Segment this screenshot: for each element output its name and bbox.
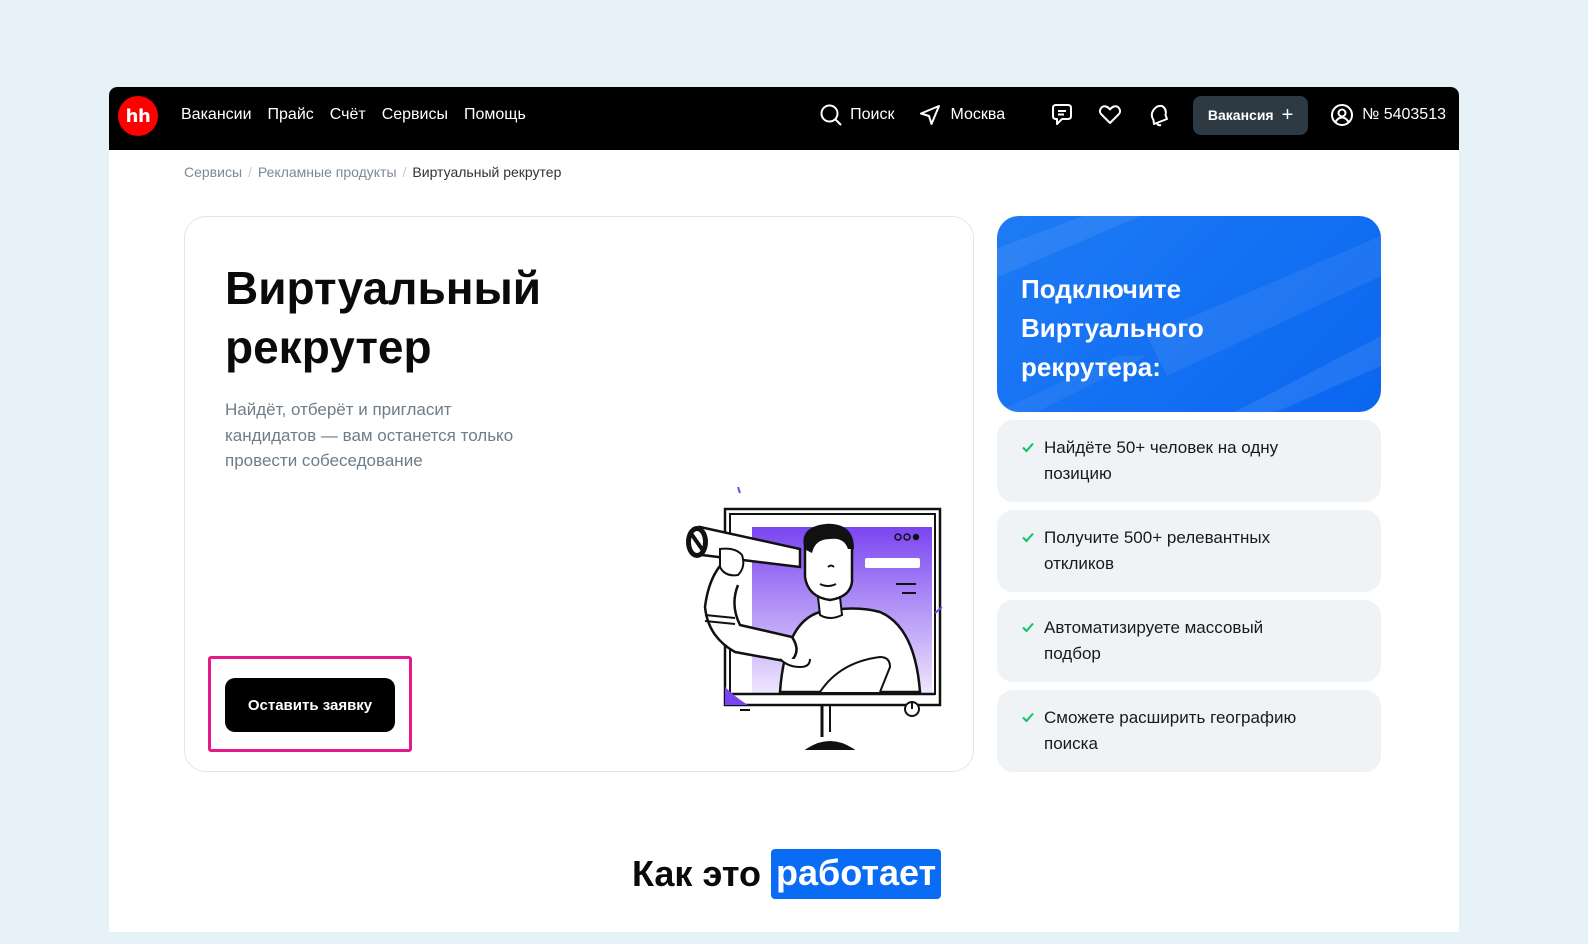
search-icon: [820, 104, 842, 126]
check-icon: [1022, 442, 1034, 453]
user-avatar-icon: [1331, 104, 1354, 126]
nav-item-services[interactable]: Сервисы: [382, 106, 448, 124]
account-menu[interactable]: № 5403513: [1330, 103, 1446, 127]
top-header: hh Вакансии Прайс Счёт Сервисы Помощь По…: [109, 87, 1459, 150]
nav-item-help[interactable]: Помощь: [464, 106, 526, 124]
check-icon: [1022, 622, 1034, 633]
promo-banner: Подключите Виртуального рекрутера:: [997, 216, 1381, 412]
chat-button[interactable]: [1049, 102, 1075, 128]
feature-item: Найдёте 50+ человек на одну позицию: [997, 420, 1381, 502]
breadcrumb-item-ad-products[interactable]: Рекламные продукты: [258, 164, 397, 180]
hero-description: Найдёт, отберёт и пригласит кандидатов —…: [225, 400, 514, 470]
header-actions: Поиск Москва Вакансия + № 5403513: [819, 87, 1446, 143]
page-title: Виртуальный рекрутер: [225, 262, 542, 373]
breadcrumb-item-services[interactable]: Сервисы: [184, 164, 242, 180]
submit-request-button[interactable]: Оставить заявку: [225, 678, 395, 732]
main-nav: Вакансии Прайс Счёт Сервисы Помощь: [181, 87, 526, 143]
feature-item: Сможете расширить географию поиска: [997, 690, 1381, 772]
plus-icon: +: [1281, 104, 1294, 126]
hh-logo[interactable]: hh: [118, 96, 158, 136]
nav-item-account-bill[interactable]: Счёт: [330, 106, 366, 124]
breadcrumb-separator: /: [402, 164, 407, 180]
nav-item-vacancies[interactable]: Вакансии: [181, 106, 252, 124]
check-icon: [1022, 712, 1034, 723]
feature-item: Автоматизируете массовый подбор: [997, 600, 1381, 682]
city-selector[interactable]: Москва: [918, 103, 1005, 127]
feature-text: Найдёте 50+ человек на одну позицию: [1044, 438, 1279, 483]
how-it-works-heading: Как это работает: [632, 849, 942, 899]
favorites-button[interactable]: [1097, 102, 1123, 128]
feature-item: Получите 500+ релевантных откликов: [997, 510, 1381, 592]
notifications-button[interactable]: [1145, 102, 1171, 128]
create-vacancy-label: Вакансия: [1207, 107, 1274, 123]
chat-icon: [1052, 104, 1073, 125]
breadcrumb: Сервисы / Рекламные продукты / Виртуальн…: [184, 164, 561, 180]
breadcrumb-separator: /: [248, 164, 252, 180]
check-icon: [1022, 532, 1034, 543]
how-it-works-prefix: Как это: [632, 853, 762, 894]
hero-card: Виртуальный рекрутер Найдёт, отберёт и п…: [184, 216, 974, 772]
how-it-works-highlight: работает: [771, 849, 942, 899]
location-arrow-icon: [920, 105, 941, 125]
feature-text: Сможете расширить географию поиска: [1044, 708, 1297, 753]
recruiter-telescope-illustration: [686, 487, 943, 750]
search-label: Поиск: [850, 106, 895, 123]
breadcrumb-current: Виртуальный рекрутер: [412, 164, 562, 180]
search-link[interactable]: Поиск: [819, 103, 894, 127]
account-number: № 5403513: [1362, 106, 1446, 123]
feature-text: Получите 500+ релевантных откликов: [1044, 528, 1271, 573]
promo-title: Подключите Виртуального рекрутера:: [1021, 274, 1204, 382]
notification-icon: [1150, 104, 1169, 127]
nav-item-price[interactable]: Прайс: [268, 106, 314, 124]
heart-icon: [1099, 105, 1122, 124]
city-label: Москва: [950, 106, 1006, 123]
create-vacancy-button[interactable]: Вакансия +: [1193, 95, 1309, 135]
page-viewport: hh Вакансии Прайс Счёт Сервисы Помощь По…: [109, 87, 1459, 932]
feature-text: Автоматизируете массовый подбор: [1044, 618, 1264, 663]
